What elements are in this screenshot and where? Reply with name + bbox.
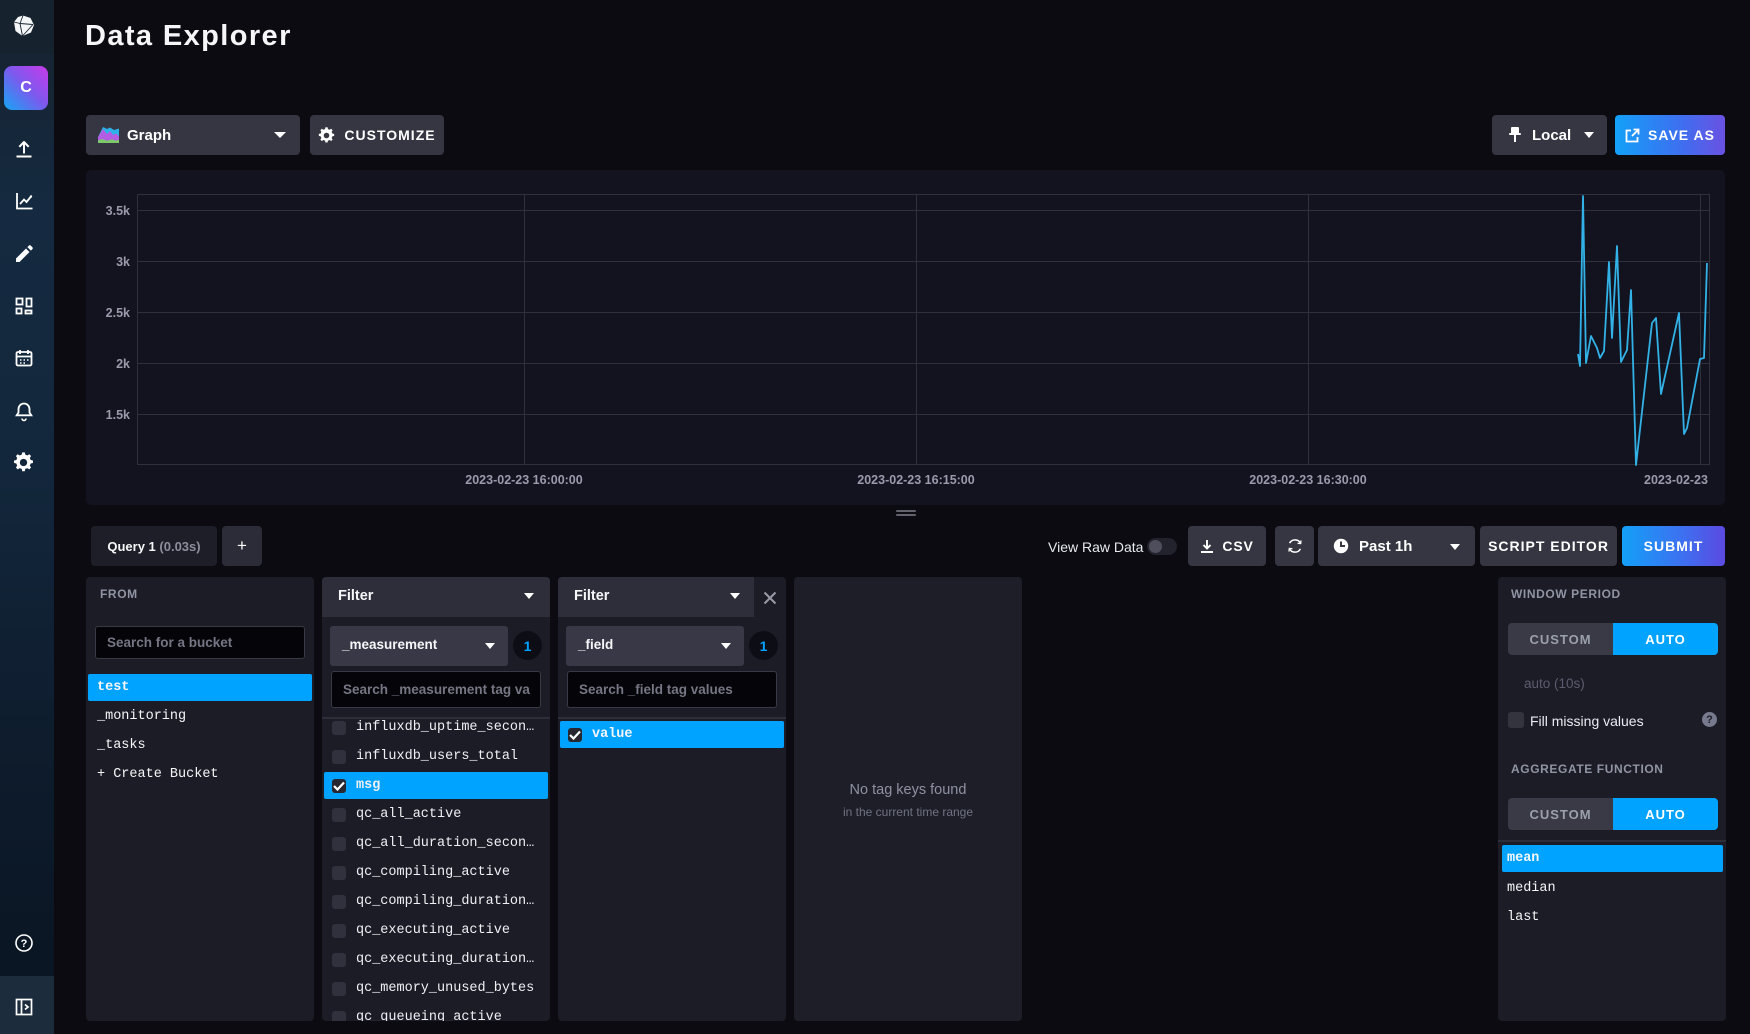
svg-text:2k: 2k: [116, 357, 130, 371]
svg-text:2023-02-23 16:00:00: 2023-02-23 16:00:00: [465, 473, 582, 487]
svg-text:2023-02-23 16:15:00: 2023-02-23 16:15:00: [857, 473, 974, 487]
svg-text:1.5k: 1.5k: [106, 408, 130, 422]
svg-text:?: ?: [21, 938, 28, 950]
svg-text:2.5k: 2.5k: [106, 306, 130, 320]
svg-text:2023-02-23: 2023-02-23: [1644, 473, 1708, 487]
svg-text:2023-02-23 16:30:00: 2023-02-23 16:30:00: [1249, 473, 1366, 487]
svg-text:3k: 3k: [116, 255, 130, 269]
svg-text:3.5k: 3.5k: [106, 204, 130, 218]
